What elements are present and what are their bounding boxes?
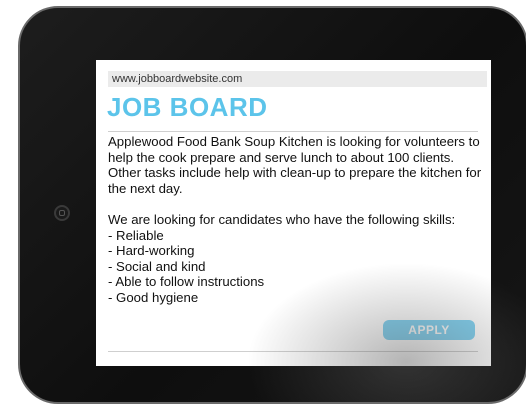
skill-item: - Hard-working (108, 243, 195, 259)
skills-intro: We are looking for candidates who have t… (108, 211, 456, 227)
home-square-icon (59, 210, 65, 216)
page-title: JOB BOARD (107, 92, 268, 122)
apply-button[interactable]: APPLY (383, 320, 475, 340)
title-divider (108, 131, 478, 132)
job-description: Applewood Food Bank Soup Kitchen is look… (108, 134, 482, 196)
skill-item: - Social and kind (108, 258, 206, 274)
skills-list: - Reliable - Hard-working - Social and k… (108, 228, 483, 306)
skill-item: - Good hygiene (108, 289, 199, 305)
job-posting-body: Applewood Food Bank Soup Kitchen is look… (108, 134, 483, 306)
skill-item: - Reliable (108, 227, 164, 243)
home-button[interactable] (54, 205, 70, 221)
skill-item: - Able to follow instructions (108, 274, 265, 290)
tablet-screen: www.jobboardwebsite.com JOB BOARD Applew… (96, 60, 491, 366)
tablet-device: www.jobboardwebsite.com JOB BOARD Applew… (18, 6, 526, 404)
url-bar[interactable]: www.jobboardwebsite.com (108, 71, 487, 87)
footer-divider (108, 351, 478, 352)
